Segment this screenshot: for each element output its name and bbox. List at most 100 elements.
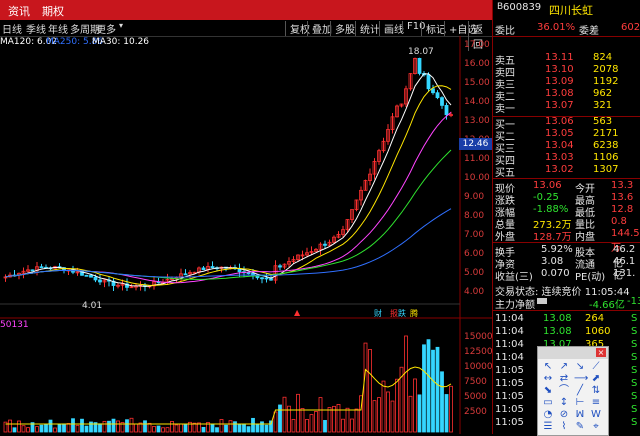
drawing-tool-icon[interactable]: ↕ [558, 397, 570, 409]
quote-row: 涨幅 -1.88% 最低 12.8 [493, 204, 640, 219]
menu-news[interactable]: 资讯 [8, 3, 30, 19]
volume-bar [327, 407, 332, 433]
volume-bar [255, 424, 260, 433]
low-price-label: 4.01 [82, 301, 103, 311]
moving-average-line [5, 111, 452, 284]
event-marker[interactable]: ▲ [294, 308, 300, 317]
volume-bar [210, 423, 215, 433]
drawing-tool-icon[interactable]: ⊢ [574, 397, 586, 409]
drawing-tool-icon[interactable]: ⌒ [558, 385, 570, 397]
event-marker-rise[interactable]: 腾 [410, 308, 418, 319]
quote-value: 0.8 [611, 216, 627, 227]
volume-bar [440, 371, 444, 433]
drawing-tool-icon[interactable]: ◔ [542, 409, 554, 421]
volume-bar [282, 396, 287, 433]
drawing-tool-icon[interactable]: ╱ [574, 385, 586, 397]
menu-options[interactable]: 期权 [42, 3, 64, 19]
quote-value: 13.6 [611, 192, 634, 203]
volume-axis-label: 15000 [464, 332, 493, 342]
event-marker-drop[interactable]: 跌 [398, 308, 406, 319]
volume-bar [219, 419, 224, 433]
drawing-tool-icon[interactable]: ⌇ [558, 421, 570, 433]
tick-side: S [631, 352, 638, 363]
chart-toolbar: 日线 季线 年线 多周期 更多 ▾ 复权 叠加 多股 统计 画线 F10 标记 … [0, 20, 492, 51]
volume-bar [57, 423, 62, 433]
drawing-tool-icon[interactable]: ⇄ [558, 373, 570, 385]
volume-bar [161, 427, 165, 433]
drawing-tool-icon[interactable]: ↗ [558, 361, 570, 373]
tick-time: 11:04 [495, 326, 524, 337]
ask-row: 卖二 13.08 962 [493, 88, 640, 103]
volume-bar [291, 418, 296, 433]
drawing-tools-palette[interactable]: × ↖ ↗ ↘ ⟋ ↔ ⇄ ⟶ ⬈ ⬊ ⌒ ╱ ⇅ ▭ ↕ ⊢ ≡ ◔ ⊘ ꟽ W ☰ ⌇ ✎ ⌖ [537, 346, 609, 436]
drawing-tool-icon[interactable]: ⬊ [542, 385, 554, 397]
period-more[interactable]: 更多 [96, 21, 116, 36]
candle-body [260, 277, 264, 280]
drawing-tool-icon[interactable]: ⟋ [590, 361, 602, 373]
volume-bar [17, 420, 21, 433]
drawing-tool-icon[interactable]: ▭ [542, 397, 554, 409]
price-axis-label: 7.00 [464, 230, 485, 240]
bid-row-label: 买五 [495, 168, 515, 179]
drawing-tool-icon[interactable]: ✎ [574, 421, 586, 433]
price-axis-label: 13.00 [464, 116, 490, 126]
period-quarter[interactable]: 季线 [26, 21, 46, 36]
quote-row: 总量 273.2万 量比 0.8 [493, 216, 640, 231]
stock-name: 四川长虹 [549, 4, 593, 17]
tick-side: S [631, 391, 638, 402]
ma30-legend: MA30: 10.26 [92, 37, 150, 47]
ask-row-price: 13.07 [545, 100, 574, 111]
chevron-down-icon[interactable]: ▾ [119, 21, 123, 30]
drawing-tool-icon[interactable]: W [590, 409, 602, 421]
drawing-tool-icon[interactable]: ⇅ [590, 385, 602, 397]
candle-body [417, 57, 422, 74]
period-day[interactable]: 日线 [2, 21, 22, 36]
volume-bar [125, 419, 129, 433]
drawing-tool-icon[interactable]: ↔ [542, 373, 554, 385]
volume-bar [246, 426, 251, 433]
volume-bar [80, 418, 84, 433]
main-flow-value: -4.66亿 [589, 300, 625, 311]
price-axis-label: 5.00 [464, 268, 485, 278]
tick-side: S [631, 326, 638, 337]
volume-bar [152, 426, 156, 433]
bid-row-volume: 1106 [593, 152, 619, 163]
bid-row-volume: 6238 [593, 140, 619, 151]
tick-volume: 264 [585, 313, 605, 324]
stock-code: 600839 [503, 2, 542, 13]
price-axis-label: 15.00 [464, 78, 490, 88]
drawing-tool-icon[interactable]: ≡ [590, 397, 602, 409]
quote-value: 13.06 [533, 180, 562, 191]
stats-label: PE(动) [575, 272, 606, 283]
volume-bar [336, 404, 341, 433]
event-marker-report[interactable]: 报 [390, 308, 398, 319]
tick-side: S [631, 378, 638, 389]
ask-row-price: 13.10 [545, 64, 574, 75]
event-marker-finance[interactable]: 财 [374, 308, 382, 319]
tick-row: 11:04 13.08 1060 S [493, 326, 640, 338]
drawing-tool-icon[interactable]: ꟽ [574, 409, 586, 421]
volume-bar [350, 418, 354, 433]
drawing-tool-icon[interactable]: ↘ [574, 361, 586, 373]
bid-row-price: 13.04 [545, 140, 574, 151]
volume-bar [368, 349, 372, 433]
volume-bar [264, 424, 269, 433]
tick-side: S [631, 313, 638, 324]
volume-bar [53, 427, 57, 433]
drawing-tool-icon[interactable]: ☰ [542, 421, 554, 433]
volume-bar [372, 400, 377, 433]
volume-bar [116, 420, 120, 433]
drawing-tool-icon[interactable]: ⟶ [574, 373, 588, 385]
drawing-tool-icon[interactable]: ⬈ [590, 373, 602, 385]
candle-body [84, 274, 89, 277]
volume-bar [71, 418, 75, 433]
drawing-tool-icon[interactable]: ↖ [542, 361, 554, 373]
drawing-tool-icon[interactable]: ⌖ [590, 421, 602, 433]
drawing-tool-icon[interactable]: ⊘ [558, 409, 570, 421]
period-year[interactable]: 年线 [48, 21, 68, 36]
close-icon[interactable]: × [596, 348, 606, 357]
kline-chart[interactable]: MA120: 6.02 MA250: 5.86 MA30: 10.26 17.0… [0, 36, 493, 434]
volume-bar [134, 423, 138, 433]
high-price-label: 18.07 [408, 47, 434, 57]
volume-bar [390, 400, 395, 433]
